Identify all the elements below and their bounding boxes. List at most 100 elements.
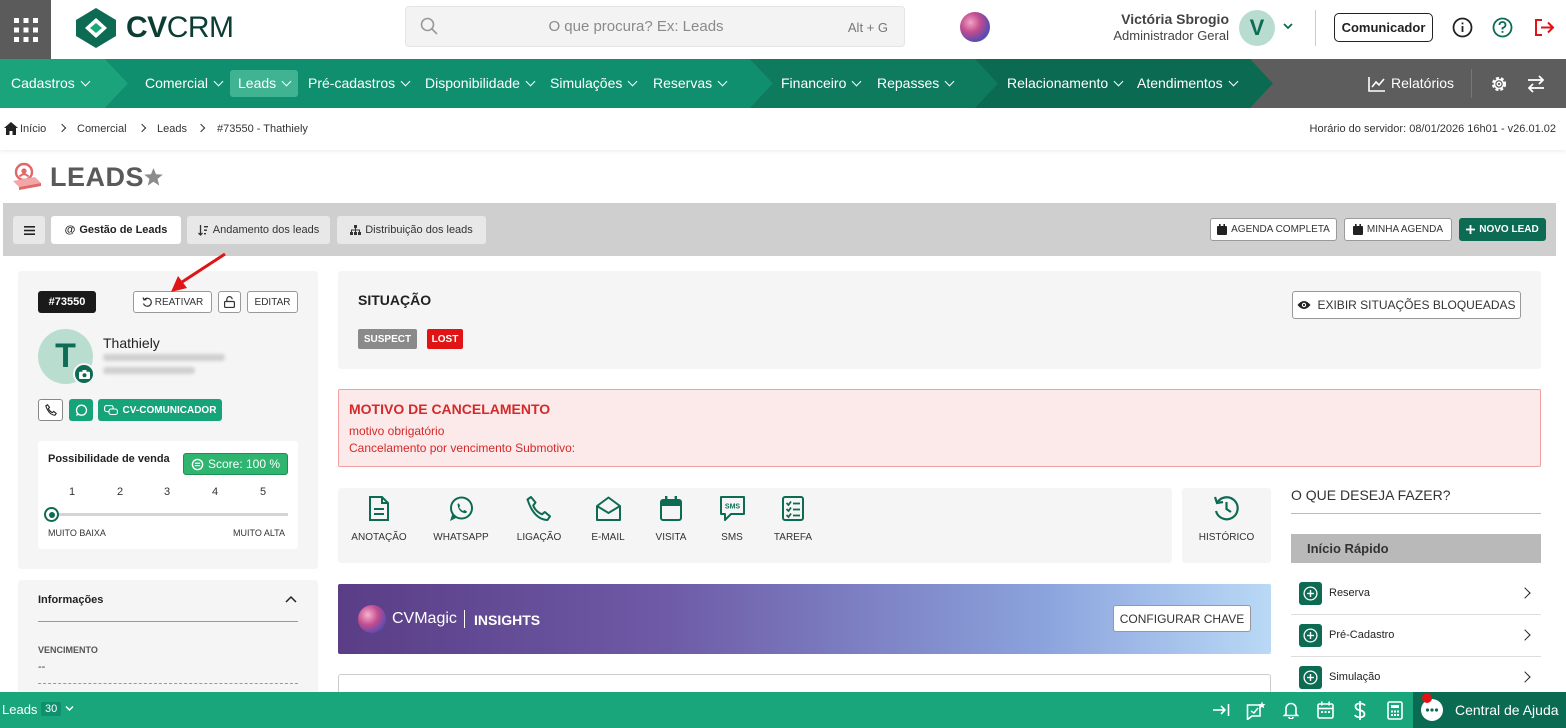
breadcrumb-item-leads[interactable]: Leads [157, 123, 187, 135]
nav-reservas[interactable]: Reservas [653, 59, 728, 108]
configure-key-button[interactable]: CONFIGURAR CHAVE [1113, 605, 1251, 632]
chevron-down-icon[interactable] [1282, 20, 1294, 32]
nav-relatorios[interactable]: Relatórios [1368, 59, 1454, 108]
action-email[interactable]: E-MAIL [573, 495, 643, 543]
tab-andamento-dos-leads[interactable]: Andamento dos leads [187, 216, 330, 244]
nav-disponibilidade[interactable]: Disponibilidade [425, 59, 536, 108]
scale-label-5: 5 [260, 486, 267, 498]
chevron-right-icon [57, 123, 67, 133]
breadcrumb-item-inicio[interactable]: Início [20, 123, 46, 135]
help-icon[interactable] [1492, 17, 1513, 38]
calculator-icon[interactable] [1387, 701, 1403, 720]
footer-leads-count[interactable]: 30 [41, 702, 62, 716]
global-search[interactable]: Alt + G [405, 6, 905, 47]
cv-communicator-button[interactable]: CV-COMUNICADOR [98, 399, 222, 421]
announcement-icon[interactable] [1246, 701, 1266, 720]
action-anotacao[interactable]: ANOTAÇÃO [344, 495, 414, 543]
action-whatsapp[interactable]: WHATSAPP [426, 495, 496, 543]
chevron-down-icon[interactable] [65, 705, 74, 712]
nav-relacionamento[interactable]: Relacionamento [1007, 59, 1124, 108]
logout-icon[interactable] [1533, 17, 1555, 38]
agenda-completa-button[interactable]: AGENDA COMPLETA [1210, 218, 1337, 241]
edit-lead-button[interactable]: EDITAR [247, 291, 298, 313]
nav-leads[interactable]: Leads [230, 70, 299, 97]
tab-distribuicao-dos-leads[interactable]: Distribuição dos leads [337, 216, 486, 244]
cvcrm-logo[interactable]: CVCRM [76, 8, 234, 48]
nav-cadastros[interactable]: Cadastros [11, 59, 91, 108]
chevron-down-icon [627, 76, 638, 87]
home-icon[interactable] [4, 122, 18, 135]
svg-text:SMS: SMS [724, 504, 740, 511]
action-sms[interactable]: SMS SMS [697, 495, 767, 543]
action-tarefa[interactable]: TAREFA [758, 495, 828, 543]
chevron-right-icon [1519, 671, 1531, 683]
nav-comercial[interactable]: Comercial [145, 59, 224, 108]
phone-icon [526, 496, 551, 521]
situation-title: SITUAÇÃO [358, 292, 432, 308]
app-grid-icon[interactable] [0, 0, 51, 59]
whatsapp-icon [75, 404, 87, 416]
favorite-star-icon[interactable] [144, 168, 163, 186]
action-visita[interactable]: VISITA [636, 495, 706, 543]
chevron-down-icon [281, 76, 292, 87]
scale-label-3: 3 [164, 486, 171, 498]
user-role: Administrador Geral [1113, 28, 1229, 43]
score-slider-track[interactable] [50, 513, 288, 516]
chevron-down-icon [717, 76, 728, 87]
nav-atendimentos[interactable]: Atendimentos [1137, 59, 1239, 108]
dollar-icon[interactable] [1353, 701, 1367, 720]
chevron-down-icon [400, 76, 411, 87]
info-icon[interactable] [1452, 17, 1473, 38]
info-title: Informações [38, 594, 104, 606]
leads-page-icon [11, 161, 43, 191]
show-blocked-situations-button[interactable]: EXIBIR SITUAÇÕES BLOQUEADAS [1292, 291, 1521, 319]
calendar-icon [1352, 224, 1363, 235]
cancellation-title: MOTIVO DE CANCELAMENTO [349, 401, 551, 417]
lead-email-redacted [103, 354, 225, 361]
action-historico[interactable]: HISTÓRICO [1187, 495, 1266, 543]
logo-text: CVCRM [126, 11, 234, 44]
calendar-icon[interactable] [1317, 701, 1334, 719]
help-center-button[interactable]: Central de Ajuda [1413, 692, 1566, 728]
eye-icon [1297, 301, 1311, 309]
score-high-label: MUITO ALTA [233, 528, 286, 538]
nav-repasses[interactable]: Repasses [877, 59, 955, 108]
unlock-icon [224, 296, 235, 308]
novo-lead-button[interactable]: NOVO LEAD [1459, 218, 1546, 241]
scale-label-4: 4 [212, 486, 219, 498]
search-input[interactable] [446, 7, 826, 46]
vencimento-label: VENCIMENTO [38, 645, 98, 655]
nav-pre-cadastros[interactable]: Pré-cadastros [308, 59, 411, 108]
cvmagic-insights-banner: CVMagic INSIGHTS CONFIGURAR CHAVE [338, 584, 1271, 654]
menu-toggle-button[interactable] [13, 216, 45, 244]
tab-gestao-de-leads[interactable]: @ Gestão de Leads [51, 216, 181, 244]
call-button[interactable] [38, 399, 63, 421]
chevron-right-icon [1519, 629, 1531, 641]
search-icon [420, 17, 438, 35]
action-ligacao[interactable]: LIGAÇÃO [504, 495, 574, 543]
nav-financeiro[interactable]: Financeiro [781, 59, 862, 108]
quick-actions-title: O QUE DESEJA FAZER? [1291, 487, 1451, 503]
cvmagic-section: INSIGHTS [474, 612, 541, 628]
communicator-button[interactable]: Comunicador [1334, 13, 1433, 42]
whatsapp-icon [449, 496, 473, 521]
chevron-up-icon[interactable] [285, 595, 297, 603]
gear-icon[interactable] [1490, 75, 1508, 93]
user-avatar[interactable]: V [1239, 10, 1275, 46]
nav-simulacoes[interactable]: Simulações [550, 59, 638, 108]
divider [38, 621, 298, 622]
bell-icon[interactable] [1283, 701, 1299, 719]
chart-line-icon [1368, 76, 1385, 92]
collapse-right-icon[interactable] [1212, 701, 1230, 719]
quick-item-reserva[interactable]: Reserva [1291, 573, 1541, 615]
camera-icon[interactable] [73, 363, 95, 385]
quick-item-pre-cadastro[interactable]: Pré-Cadastro [1291, 615, 1541, 657]
whatsapp-button[interactable] [69, 399, 93, 421]
breadcrumb-item-comercial[interactable]: Comercial [77, 123, 127, 135]
divider [1315, 10, 1316, 46]
minha-agenda-button[interactable]: MINHA AGENDA [1344, 218, 1452, 241]
breadcrumb-item-current: #73550 - Thathiely [217, 123, 308, 135]
score-slider-handle[interactable] [44, 507, 59, 522]
swap-icon[interactable] [1526, 75, 1546, 93]
ai-assistant-orb[interactable] [960, 12, 990, 42]
